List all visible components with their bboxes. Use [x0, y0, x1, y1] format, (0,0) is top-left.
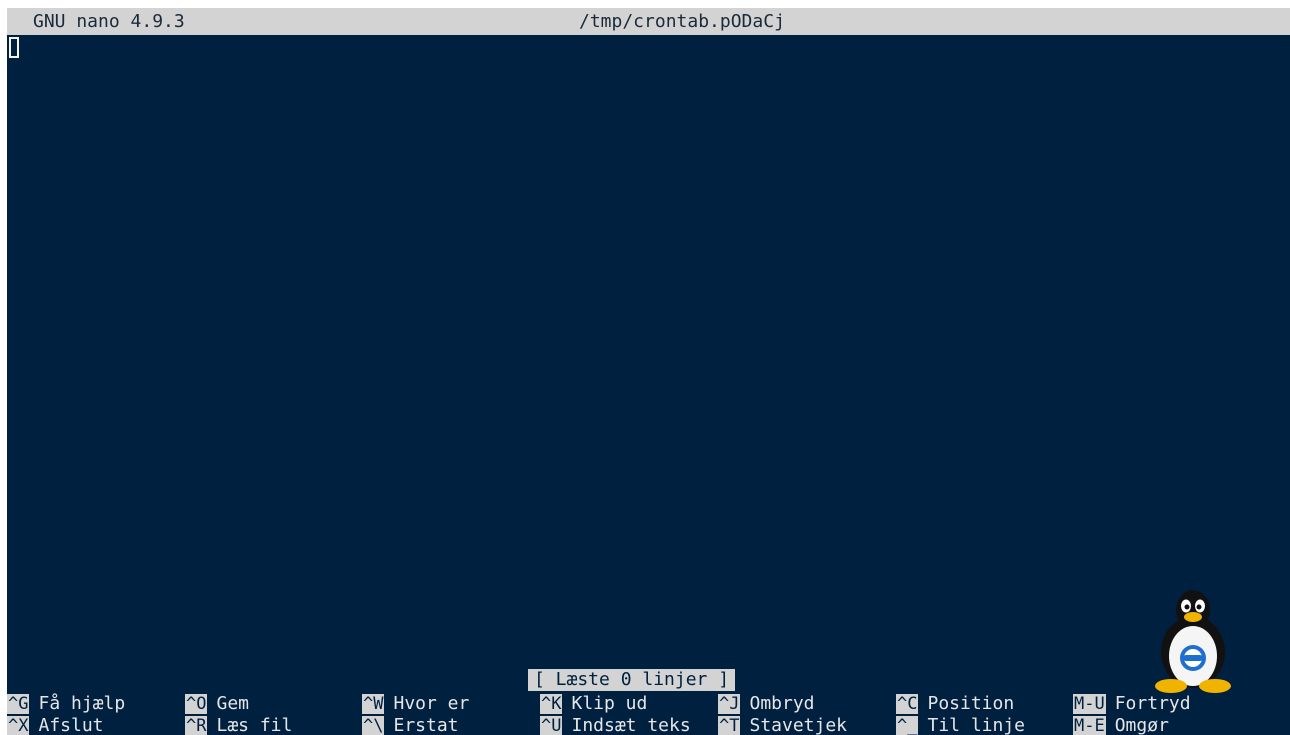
shortcut-label: Erstat	[393, 715, 459, 735]
shortcut-label: Ombryd	[749, 693, 815, 714]
status-message: [ Læste 0 linjer ]	[528, 669, 736, 691]
nano-editor-window[interactable]: GNU nano 4.9.3 /tmp/crontab.pODaCj [ Læs…	[7, 8, 1290, 735]
shortcut-key: ^\	[362, 716, 385, 735]
shortcut-position[interactable]: ^C Position	[896, 693, 1014, 715]
shortcut-go-to-line[interactable]: ^_ Til linje	[896, 715, 1025, 735]
shortcut-undo[interactable]: M-U Fortryd	[1073, 693, 1191, 715]
shortcut-save[interactable]: ^O Gem	[185, 693, 249, 715]
shortcut-label: Indsæt teks	[571, 715, 691, 735]
shortcut-key: ^R	[185, 716, 208, 735]
shortcut-key: ^J	[718, 694, 741, 714]
shortcut-key: M-E	[1073, 716, 1106, 735]
shortcut-label: Fortryd	[1114, 693, 1191, 714]
file-name: /tmp/crontab.pODaCj	[579, 11, 785, 32]
shortcut-label: Afslut	[38, 715, 104, 735]
shortcut-read-file[interactable]: ^R Læs fil	[185, 715, 292, 735]
tux-penguin-icon	[1155, 590, 1231, 693]
shortcut-label: Gem	[216, 693, 249, 714]
shortcut-key: M-U	[1073, 694, 1106, 714]
shortcut-key: ^C	[896, 694, 919, 714]
shortcut-key: ^U	[540, 716, 563, 735]
shortcut-justify[interactable]: ^J Ombryd	[718, 693, 815, 715]
shortcut-key: ^X	[7, 716, 30, 735]
shortcut-label: Omgør	[1114, 715, 1169, 735]
title-bar: GNU nano 4.9.3 /tmp/crontab.pODaCj	[7, 8, 1290, 35]
shortcut-exit[interactable]: ^X Afslut	[7, 715, 104, 735]
shortcut-label: Hvor er	[393, 693, 470, 714]
shortcut-key: ^O	[185, 694, 208, 714]
shortcut-key: ^T	[718, 716, 741, 735]
shortcut-label: Til linje	[927, 715, 1026, 735]
shortcut-replace[interactable]: ^\ Erstat	[362, 715, 459, 735]
shortcut-label: Stavetjek	[749, 715, 848, 735]
shortcut-label: Position	[927, 693, 1015, 714]
shortcut-key: ^_	[896, 716, 919, 735]
shortcut-label: Klip ud	[571, 693, 648, 714]
shortcut-spell-check[interactable]: ^T Stavetjek	[718, 715, 847, 735]
shortcut-key: ^K	[540, 694, 563, 714]
shortcut-help[interactable]: ^G Få hjælp	[7, 693, 125, 715]
shortcut-cut[interactable]: ^K Klip ud	[540, 693, 647, 715]
shortcut-paste[interactable]: ^U Indsæt teks	[540, 715, 691, 735]
shortcut-key: ^G	[7, 694, 30, 714]
shortcut-label: Få hjælp	[38, 693, 126, 714]
shortcut-row-2: ^X Afslut ^R Læs fil ^\ Erstat ^U Indsæt tek…	[7, 715, 1290, 735]
nano-version: GNU nano 4.9.3	[33, 11, 185, 32]
shortcut-redo[interactable]: M-E Omgør	[1073, 715, 1169, 735]
shortcut-label: Læs fil	[216, 715, 293, 735]
shortcut-key: ^W	[362, 694, 385, 714]
shortcut-where-is[interactable]: ^W Hvor er	[362, 693, 469, 715]
text-cursor[interactable]	[9, 37, 19, 58]
shortcut-row-1: ^G Få hjælp ^O Gem ^W Hvor er ^K Klip ud ^J O…	[7, 693, 1290, 715]
